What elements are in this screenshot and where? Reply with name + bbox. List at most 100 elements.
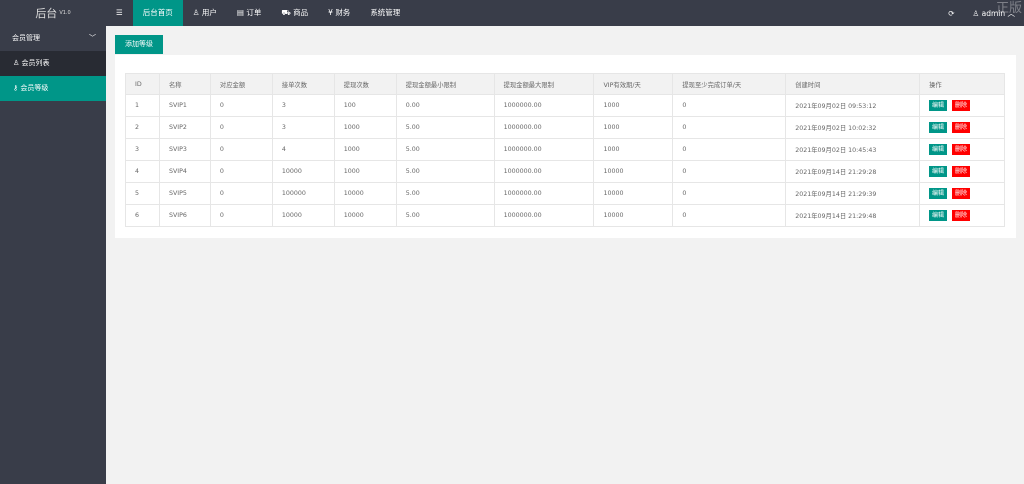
chevron-down-icon: ﹀: [89, 34, 96, 42]
column-header: 提现次数: [333, 73, 397, 95]
delete-button[interactable]: 删除: [952, 122, 971, 133]
table-cell: 0: [209, 204, 273, 227]
add-level-button[interactable]: 添加等级: [115, 35, 163, 54]
level-table: ID 名称 对应金额 接单次数 提现次数 提现金额最小限制 提现金额最大限制 VIP有效期/天…: [125, 73, 1005, 227]
column-header: 接单次数: [271, 73, 335, 95]
table-cell: 10000: [593, 160, 674, 183]
nav-orders[interactable]: ▤ 订单: [227, 0, 271, 26]
delete-button[interactable]: 删除: [952, 188, 971, 199]
table-cell: 2021年09月14日 21:29:39: [785, 182, 921, 205]
table-card: ID 名称 对应金额 接单次数 提现次数 提现金额最小限制 提现金额最大限制 VIP有效期/天…: [115, 55, 1016, 238]
table-cell: 3: [271, 116, 335, 139]
column-header: 创建时间: [785, 73, 921, 95]
table-cell: SVIP5: [158, 182, 211, 205]
sidebar: 会员管理 ﹀ ♙ 会员列表 ⚷ 会员等级: [0, 26, 106, 484]
watermark: 正版: [995, 1, 1022, 16]
table-cell: SVIP6: [158, 204, 211, 227]
delete-button[interactable]: 删除: [952, 166, 971, 177]
table-cell: 5.00: [395, 138, 495, 161]
table-cell: 2021年09月02日 10:45:43: [785, 138, 921, 161]
table-cell: 10000: [271, 204, 335, 227]
table-cell: 1000: [333, 160, 397, 183]
table-cell: 1000: [333, 116, 397, 139]
table-cell: 0: [672, 160, 787, 183]
table-cell: 3: [271, 94, 335, 117]
table-cell: 0: [672, 116, 787, 139]
document-icon: ▤: [236, 8, 247, 17]
edit-button[interactable]: 编辑: [929, 166, 948, 177]
top-nav: ☰ 后台首页 ♙ 用户 ▤ 订单 ⛟ 商品 ¥ 财务 系统管理: [106, 0, 410, 26]
nav-system[interactable]: 系统管理: [360, 0, 410, 26]
actions-cell: 编辑 删除: [919, 204, 1005, 227]
table-cell: 10000: [271, 160, 335, 183]
table-cell: 1000000.00: [493, 116, 595, 139]
edit-button[interactable]: 编辑: [929, 122, 948, 133]
delete-button[interactable]: 删除: [952, 144, 971, 155]
table-cell: 2021年09月02日 09:53:12: [785, 94, 921, 117]
actions-cell: 编辑 删除: [919, 182, 1005, 205]
table-cell: 10000: [593, 204, 674, 227]
edit-button[interactable]: 编辑: [929, 100, 948, 111]
delete-button[interactable]: 删除: [952, 100, 971, 111]
actions-cell: 编辑 删除: [919, 138, 1005, 161]
main-content: 添加等级 ID 名称 对应金额 接单次数 提现次数 提现金额最小限制 提现金额最大限制 VIP…: [106, 26, 1024, 484]
table-cell: 1000: [593, 138, 674, 161]
table-cell: 10000: [593, 182, 674, 205]
table-cell: 100000: [271, 182, 335, 205]
table-cell: 1000000.00: [493, 94, 595, 117]
cart-icon: ⛟: [281, 8, 294, 17]
table-cell: 2021年09月14日 21:29:28: [785, 160, 921, 183]
column-header: 对应金额: [209, 73, 273, 95]
table-cell: 1000: [593, 116, 674, 139]
table-cell: 0: [209, 182, 273, 205]
table-cell: 1: [125, 94, 160, 117]
table-cell: 10000: [333, 182, 397, 205]
table-cell: 2021年09月02日 10:02:32: [785, 116, 921, 139]
refresh-icon[interactable]: ⟳: [939, 9, 963, 18]
table-cell: 0: [209, 94, 273, 117]
table-cell: 0: [672, 182, 787, 205]
table-cell: 1000: [593, 94, 674, 117]
nav-finance[interactable]: ¥ 财务: [318, 0, 360, 26]
table-cell: SVIP4: [158, 160, 211, 183]
table-cell: SVIP2: [158, 116, 211, 139]
table-cell: 1000000.00: [493, 204, 595, 227]
nav-users[interactable]: ♙ 用户: [183, 0, 227, 26]
table-cell: 3: [125, 138, 160, 161]
nav-home[interactable]: 后台首页: [132, 0, 183, 26]
table-cell: 4: [271, 138, 335, 161]
table-row: 6 SVIP6 0 10000 10000 5.00 1000000.00 10000 0 202…: [125, 204, 1005, 227]
sidebar-item-member-level[interactable]: ⚷ 会员等级: [0, 76, 106, 101]
table-cell: 0: [672, 94, 787, 117]
user-icon: ♙: [192, 8, 202, 17]
table-cell: 0: [209, 160, 273, 183]
table-cell: 4: [125, 160, 160, 183]
column-header: ID: [125, 73, 160, 95]
edit-button[interactable]: 编辑: [929, 188, 948, 199]
column-header: 操作: [919, 73, 1005, 95]
edit-button[interactable]: 编辑: [929, 210, 948, 221]
table-cell: 5: [125, 182, 160, 205]
logo: 后台 V1.0: [0, 0, 106, 26]
sidebar-item-member-list[interactable]: ♙ 会员列表: [0, 51, 106, 76]
top-bar: 后台 V1.0 ☰ 后台首页 ♙ 用户 ▤ 订单 ⛟ 商品 ¥ 财务 系统管理 ⟳…: [0, 0, 1024, 26]
delete-button[interactable]: 删除: [952, 210, 971, 221]
actions-cell: 编辑 删除: [919, 160, 1005, 183]
table-cell: 0: [672, 138, 787, 161]
table-cell: 1000: [333, 138, 397, 161]
user-icon: ♙: [13, 59, 22, 67]
nav-products[interactable]: ⛟ 商品: [271, 0, 318, 26]
column-header: VIP有效期/天: [593, 73, 674, 95]
table-cell: SVIP3: [158, 138, 211, 161]
table-cell: 1000000.00: [493, 160, 595, 183]
table-row: 3 SVIP3 0 4 1000 5.00 1000000.00 1000 0 2021年09月0…: [125, 138, 1005, 161]
table-cell: 6: [125, 204, 160, 227]
table-cell: 5.00: [395, 182, 495, 205]
edit-button[interactable]: 编辑: [929, 144, 948, 155]
table-cell: 5.00: [395, 116, 495, 139]
menu-toggle-hamburger-icon[interactable]: ☰: [106, 0, 133, 26]
table-cell: 0: [209, 116, 273, 139]
table-row: 2 SVIP2 0 3 1000 5.00 1000000.00 1000 0 2021年09月0…: [125, 116, 1005, 139]
sidebar-group-member[interactable]: 会员管理 ﹀: [0, 26, 106, 51]
column-header: 提现金额最大限制: [493, 73, 595, 95]
